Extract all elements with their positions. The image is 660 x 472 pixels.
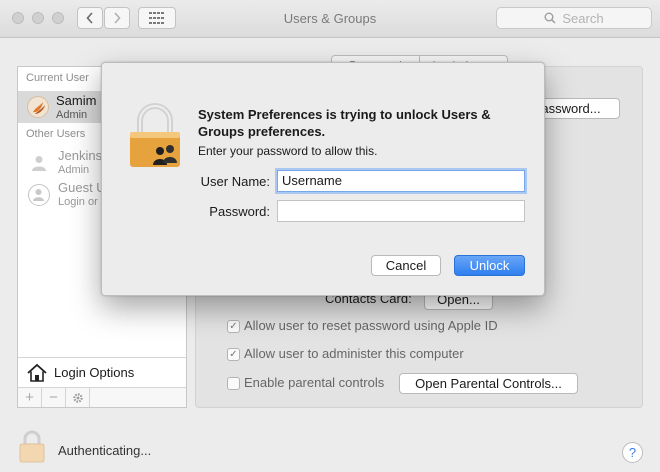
dialog-title: System Preferences is trying to unlock U… — [198, 107, 491, 139]
zoom-window-button[interactable] — [52, 12, 64, 24]
action-menu-button[interactable] — [66, 388, 90, 407]
user-name: Jenkins — [58, 148, 103, 163]
user-role: Admin — [58, 164, 90, 176]
dialog-subtitle: Enter your password to allow this. — [198, 144, 378, 158]
password-field[interactable] — [277, 200, 525, 222]
help-button[interactable]: ? — [622, 442, 643, 463]
parental-controls-label: Enable parental controls — [244, 375, 385, 390]
search-placeholder: Search — [562, 10, 604, 26]
title-bar: Users & Groups Search — [0, 0, 660, 38]
unlock-dialog: System Preferences is trying to unlock U… — [101, 62, 545, 296]
back-button[interactable] — [77, 7, 103, 29]
login-options-label: Login Options — [54, 365, 135, 380]
search-icon — [544, 12, 556, 24]
sidebar-actions: + − — [18, 387, 186, 407]
avatar — [27, 96, 49, 118]
lock-button[interactable] — [17, 430, 47, 467]
username-label: User Name: — [200, 174, 270, 189]
show-all-button[interactable] — [138, 7, 176, 29]
auth-status: Authenticating... — [58, 443, 152, 458]
current-user-header: Current User — [26, 72, 89, 84]
close-window-button[interactable] — [12, 12, 24, 24]
grid-icon — [149, 12, 164, 24]
search-input[interactable]: Search — [496, 7, 652, 29]
chevron-right-icon — [114, 12, 121, 24]
user-silhouette-icon — [32, 156, 46, 171]
other-users-header: Other Users — [26, 128, 86, 140]
user-role: Admin — [56, 109, 88, 121]
window-title: Users & Groups — [283, 11, 377, 26]
user-role: Login or — [58, 196, 98, 208]
house-icon — [27, 363, 47, 382]
guest-avatar-icon — [28, 184, 50, 206]
cancel-button[interactable]: Cancel — [371, 255, 441, 276]
login-options-item[interactable]: Login Options — [18, 357, 186, 387]
user-name: Samim — [56, 93, 97, 108]
chevron-left-icon — [86, 12, 93, 24]
unlock-button[interactable]: Unlock — [454, 255, 525, 276]
gear-icon — [72, 392, 83, 403]
parental-controls-checkbox[interactable] — [227, 377, 240, 390]
add-user-button[interactable]: + — [18, 388, 42, 407]
minimize-window-button[interactable] — [32, 12, 44, 24]
reset-password-label: Allow user to reset password using Apple… — [244, 318, 498, 333]
forward-button[interactable] — [104, 7, 130, 29]
administer-checkbox[interactable]: ✓ — [227, 348, 240, 361]
username-field[interactable]: Username — [277, 170, 525, 192]
administer-label: Allow user to administer this computer — [244, 346, 464, 361]
user-avatar-icon — [33, 102, 45, 114]
remove-user-button[interactable]: − — [42, 388, 66, 407]
reset-password-checkbox[interactable]: ✓ — [227, 320, 240, 333]
lock-users-icon — [126, 103, 184, 172]
lock-icon — [19, 430, 45, 463]
open-parental-controls-button[interactable]: Open Parental Controls... — [399, 373, 578, 394]
password-label: Password: — [209, 204, 270, 219]
user-name: Guest U — [58, 180, 106, 195]
